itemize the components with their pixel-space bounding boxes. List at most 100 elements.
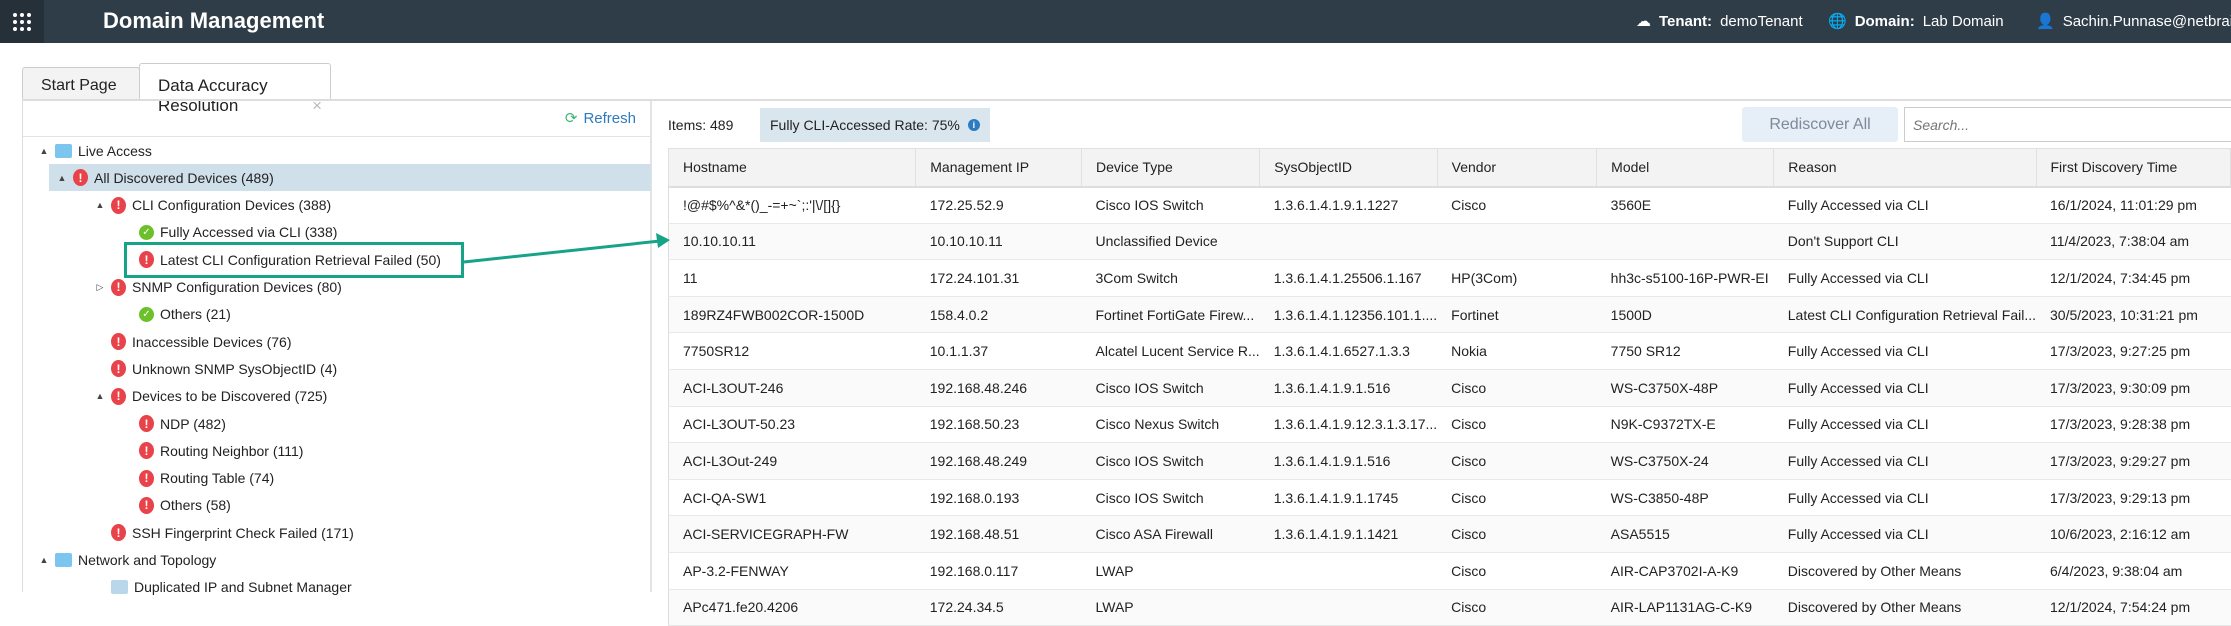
column-header[interactable]: SysObjectID [1259, 148, 1438, 188]
error-icon: ! [73, 169, 88, 187]
table-row[interactable]: 10.10.10.11 10.10.10.11 Unclassified Devic… [667, 223, 2231, 261]
expand-toggle-icon[interactable]: ▲ [39, 555, 49, 565]
table-row[interactable]: ACI-L3OUT-246 192.168.48.246 Cisco IOS Swi… [667, 369, 2231, 407]
table-cell: 12/1/2024, 7:54:24 pm [2036, 589, 2231, 626]
tree-node-label: Routing Neighbor (111) [160, 442, 304, 459]
table-cell: Cisco IOS Switch [1081, 442, 1260, 480]
check-icon: ✓ [139, 306, 154, 322]
table-cell: 17/3/2023, 9:27:25 pm [2036, 332, 2231, 370]
expand-toggle-icon[interactable]: ▲ [95, 391, 105, 401]
tree-node[interactable]: ! Routing Neighbor (111) [123, 437, 303, 464]
table-cell: 172.24.101.31 [915, 259, 1082, 297]
expand-toggle-icon[interactable]: ▲ [57, 173, 67, 183]
table-cell: WS-C3750X-48P [1596, 369, 1774, 407]
column-header[interactable]: Reason [1773, 148, 2037, 188]
tree-node[interactable]: ▲ Live Access [39, 137, 152, 164]
table-cell: 10.10.10.11 [915, 223, 1082, 261]
app-title: Domain Management [103, 8, 325, 33]
table-cell: Discovered by Other Means [1773, 552, 2036, 590]
tree-node[interactable]: ▲! All Discovered Devices (489) [49, 164, 651, 192]
table-row[interactable]: APc471.fe20.4206 172.24.34.5 LWAP Cisco AIR-… [667, 589, 2231, 626]
table-row[interactable]: 7750SR12 10.1.1.37 Alcatel Lucent Service … [667, 332, 2231, 370]
tree-node[interactable]: ▲! CLI Configuration Devices (388) [95, 192, 331, 219]
tree-node-label: Fully Accessed via CLI (338) [160, 224, 338, 241]
table-cell [1259, 223, 1438, 261]
expand-toggle-icon[interactable]: ▲ [39, 146, 49, 156]
tree-node[interactable]: ▲! Devices to be Discovered (725) [95, 383, 327, 410]
table-cell: 17/3/2023, 9:29:13 pm [2036, 479, 2231, 517]
tree-node[interactable]: ! SSH Fingerprint Check Failed (171) [95, 519, 354, 546]
table-cell: 1500D [1596, 296, 1774, 334]
table-cell: AIR-CAP3702I-A-K9 [1596, 552, 1774, 590]
table-row[interactable]: ACI-L3OUT-50.23 192.168.50.23 Cisco Nexus … [667, 406, 2231, 444]
error-icon: ! [139, 496, 154, 514]
table-cell: Fully Accessed via CLI [1773, 406, 2036, 444]
info-icon[interactable]: i [967, 119, 980, 131]
table-row[interactable]: AP-3.2-FENWAY 192.168.0.117 LWAP Cisco AIR-C… [667, 552, 2231, 590]
tenant-selector[interactable]: ☁ Tenant: demoTenant [1636, 12, 1803, 31]
rediscover-all-button[interactable]: Rediscover All [1742, 107, 1898, 142]
table-cell: 10/6/2023, 2:16:12 am [2036, 515, 2231, 553]
user-menu[interactable]: 👤 Sachin.Punnase@netbrain [2036, 12, 2231, 31]
table-cell: Cisco [1437, 479, 1597, 517]
tab-start-page[interactable]: Start Page [22, 67, 140, 100]
grid-icon [13, 12, 31, 31]
table-cell: 17/3/2023, 9:30:09 pm [2036, 369, 2231, 407]
table-row[interactable]: 189RZ4FWB002COR-1500D 158.4.0.2 Fortinet F… [667, 296, 2231, 334]
error-icon: ! [139, 415, 154, 432]
table-cell: 192.168.48.249 [915, 442, 1082, 480]
table-cell: ACI-L3OUT-50.23 [667, 406, 916, 444]
tree-node-label: Live Access [78, 142, 152, 159]
tree-node[interactable]: ! Unknown SNMP SysObjectID (4) [95, 355, 337, 382]
column-header[interactable]: Hostname [667, 148, 917, 188]
column-header[interactable]: Model [1596, 148, 1775, 188]
table-cell: Cisco [1437, 589, 1597, 626]
search-input[interactable] [1904, 107, 2231, 142]
table-cell: 10.1.1.37 [915, 332, 1082, 370]
tree-node-label: CLI Configuration Devices (388) [132, 197, 332, 214]
device-table: Hostname Management IP Device Type SysObjec… [667, 148, 2231, 626]
tree-node[interactable]: Duplicated IP and Subnet Manager [95, 574, 352, 601]
column-header[interactable]: Management IP [915, 148, 1082, 188]
tree-node[interactable]: ✓ Others (21) [123, 301, 231, 328]
table-cell: APc471.fe20.4206 [667, 589, 916, 626]
table-row[interactable]: ACI-SERVICEGRAPH-FW 192.168.48.51 Cisco AS… [667, 515, 2231, 553]
check-icon: ✓ [139, 224, 154, 240]
tree-node[interactable]: ▲ Network and Topology [39, 547, 217, 574]
column-header[interactable]: Device Type [1080, 148, 1261, 188]
table-row[interactable]: ACI-QA-SW1 192.168.0.193 Cisco IOS Switch 1… [667, 479, 2231, 517]
table-cell: Fully Accessed via CLI [1773, 515, 2036, 553]
domain-selector[interactable]: 🌐 Domain: Lab Domain [1828, 12, 2004, 31]
table-row[interactable]: 11 172.24.101.31 3Com Switch 1.3.6.1.4.1.25… [667, 259, 2231, 297]
table-cell: 192.168.48.51 [915, 515, 1082, 553]
table-cell [1437, 223, 1597, 261]
tree-node[interactable]: ! Routing Table (74) [123, 465, 274, 492]
tree-node[interactable]: ! Inaccessible Devices (76) [95, 328, 292, 355]
tree-node[interactable]: ! NDP (482) [123, 410, 226, 437]
table-cell: Unclassified Device [1081, 223, 1260, 261]
table-cell: ACI-QA-SW1 [667, 479, 916, 517]
table-cell: WS-C3850-48P [1596, 479, 1774, 517]
expand-toggle-icon[interactable]: ▲ [95, 200, 105, 210]
table-row[interactable]: !@#$%^&*()_-=+~`;:'|\/[]{} 172.25.52.9 Cis… [667, 186, 2231, 224]
table-cell: Cisco [1437, 442, 1597, 480]
device-list-panel: Items: 489 Fully CLI-Accessed Rate: 75% i… [654, 101, 2231, 626]
table-cell: 10.10.10.11 [667, 223, 916, 261]
tree-node[interactable]: ! Others (58) [123, 492, 231, 519]
app-launcher-button[interactable] [0, 0, 44, 43]
table-cell: 1.3.6.1.4.1.9.1.1745 [1259, 479, 1438, 517]
tree-node-label: Devices to be Discovered (725) [132, 388, 328, 405]
expand-toggle-icon[interactable]: ▷ [95, 282, 105, 293]
table-cell: Nokia [1437, 332, 1597, 370]
tab-data-accuracy-resolution[interactable]: Data Accuracy Resolution × [139, 63, 331, 115]
tenant-label: Tenant: [1659, 12, 1713, 30]
table-row[interactable]: ACI-L3Out-249 192.168.48.249 Cisco IOS Swi… [667, 442, 2231, 480]
refresh-label: Refresh [583, 109, 636, 127]
table-cell [1259, 589, 1438, 626]
items-count: Items: 489 [668, 117, 734, 133]
error-icon: ! [139, 442, 154, 460]
tree-node-label: Routing Table (74) [160, 470, 275, 487]
column-header[interactable]: First Discovery Time [2035, 148, 2231, 188]
refresh-button[interactable]: ⟳ Refresh [565, 109, 636, 128]
column-header[interactable]: Vendor [1436, 148, 1598, 188]
